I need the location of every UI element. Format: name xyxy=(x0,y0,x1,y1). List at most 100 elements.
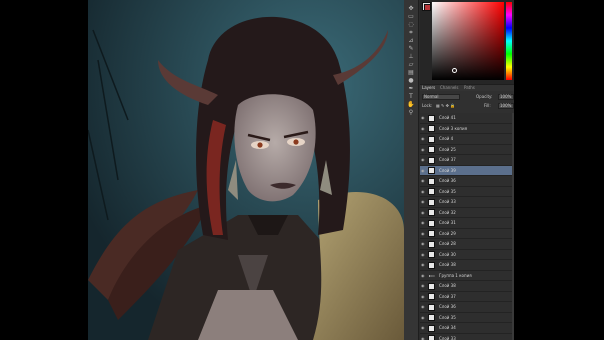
hue-slider[interactable] xyxy=(506,2,512,80)
visibility-eye-icon[interactable]: ◉ xyxy=(421,284,426,288)
letterbox-left xyxy=(0,0,88,340)
blend-mode-value: Normal xyxy=(424,94,439,99)
visibility-eye-icon[interactable]: ◉ xyxy=(421,126,426,131)
layer-row[interactable]: ◉ Слой 33 xyxy=(420,334,514,340)
visibility-eye-icon[interactable]: ◉ xyxy=(421,315,426,320)
visibility-eye-icon[interactable]: ◉ xyxy=(421,116,426,120)
layer-row[interactable]: ◉ Слой 29 xyxy=(420,229,514,239)
background-color-swatch[interactable] xyxy=(424,4,431,11)
saturation-field[interactable] xyxy=(432,2,504,80)
tab-paths[interactable]: Paths xyxy=(464,86,475,90)
document-canvas[interactable] xyxy=(88,0,404,340)
layer-thumbnail xyxy=(428,282,435,290)
gradient-tool-icon[interactable]: ▤ xyxy=(407,70,415,76)
layer-row[interactable]: ◉ Слой 38 xyxy=(420,281,514,292)
visibility-eye-icon[interactable]: ◉ xyxy=(421,168,426,173)
visibility-eye-icon[interactable]: ◉ xyxy=(421,305,426,309)
layer-row[interactable]: ◉ Слой 39 xyxy=(420,165,514,176)
type-tool-icon[interactable]: T xyxy=(407,94,415,100)
layer-row[interactable]: ◉ Слой 36 xyxy=(420,176,514,187)
layer-row[interactable]: ◉ Слой 37 xyxy=(420,155,514,166)
layer-controls: Normal Opacity: 100% Lock: ▦ ✎ ✥ 🔒 Fill:… xyxy=(420,91,514,114)
layer-name: Слой 30 xyxy=(439,251,456,257)
marquee-tool-icon[interactable]: ▭ xyxy=(407,14,415,20)
visibility-eye-icon[interactable]: ◉ xyxy=(421,158,426,162)
layer-row[interactable]: ◉ Слой 35 xyxy=(420,313,514,323)
opacity-label: Opacity: xyxy=(476,94,493,99)
layer-row[interactable]: ◉ Слой 4 xyxy=(420,134,514,145)
layer-name: Слой 25 xyxy=(439,146,456,152)
layer-row[interactable]: ◉ Слой 38 xyxy=(420,260,514,271)
color-marker[interactable] xyxy=(452,68,457,73)
opacity-input[interactable]: 100% xyxy=(498,94,514,100)
layer-name: Слой 29 xyxy=(439,230,456,236)
visibility-eye-icon[interactable]: ◉ xyxy=(421,189,426,194)
layer-thumbnail xyxy=(428,230,435,237)
layer-row[interactable]: ◉ Слой 37 xyxy=(420,292,514,302)
fill-value: 100% xyxy=(500,103,512,108)
visibility-eye-icon[interactable]: ◉ xyxy=(421,242,426,246)
layer-group-row[interactable]: ◉ ▸▭ Группа 1 копия xyxy=(420,271,514,281)
crop-tool-icon[interactable]: ⌗ xyxy=(407,30,415,36)
hand-tool-icon[interactable]: ✋ xyxy=(407,102,415,108)
layer-thumbnail xyxy=(428,167,435,174)
layer-name: Слой 31 xyxy=(439,220,456,225)
visibility-eye-icon[interactable]: ◉ xyxy=(421,200,426,204)
layer-name: Слой 38 xyxy=(439,262,456,267)
move-tool-icon[interactable]: ✥ xyxy=(407,6,415,12)
layer-thumbnail xyxy=(428,114,435,122)
color-picker xyxy=(420,0,514,86)
zoom-tool-icon[interactable]: ⚲ xyxy=(407,110,415,116)
layer-thumbnail xyxy=(428,293,435,300)
visibility-eye-icon[interactable]: ◉ xyxy=(421,326,426,330)
layer-name: Слой 41 xyxy=(439,115,456,120)
layer-name: Слой 38 xyxy=(439,283,456,288)
visibility-eye-icon[interactable]: ◉ xyxy=(421,273,426,278)
eraser-tool-icon[interactable]: ▱ xyxy=(407,62,415,68)
visibility-eye-icon[interactable]: ◉ xyxy=(421,179,426,183)
layer-thumbnail xyxy=(428,303,435,311)
visibility-eye-icon[interactable]: ◉ xyxy=(421,231,426,236)
visibility-eye-icon[interactable]: ◉ xyxy=(421,221,426,225)
tab-layers[interactable]: Layers xyxy=(422,86,435,90)
layer-row[interactable]: ◉ Слой 36 xyxy=(420,302,514,313)
layer-thumbnail xyxy=(428,209,435,216)
visibility-eye-icon[interactable]: ◉ xyxy=(421,252,426,257)
layer-row[interactable]: ◉ Слой 30 xyxy=(420,250,514,260)
layer-name: Слой 33 xyxy=(439,335,456,340)
layer-row[interactable]: ◉ Слой 32 xyxy=(420,208,514,218)
layer-thumbnail xyxy=(428,335,435,340)
fill-input[interactable]: 100% xyxy=(498,103,514,109)
layer-name: Слой 3 копия xyxy=(439,125,467,131)
lasso-tool-icon[interactable]: ◌ xyxy=(407,22,415,28)
visibility-eye-icon[interactable]: ◉ xyxy=(421,147,426,152)
pen-tool-icon[interactable]: ✒ xyxy=(407,86,415,92)
layer-row[interactable]: ◉ Слой 28 xyxy=(420,239,514,250)
layer-thumbnail xyxy=(428,219,435,227)
stamp-tool-icon[interactable]: ⊥ xyxy=(407,54,415,60)
blend-mode-select[interactable]: Normal xyxy=(422,94,460,100)
tab-channels[interactable]: Channels xyxy=(440,86,459,90)
layer-thumbnail xyxy=(428,146,435,153)
layer-row[interactable]: ◉ Слой 41 xyxy=(420,113,514,124)
visibility-eye-icon[interactable]: ◉ xyxy=(421,336,426,340)
dodge-tool-icon[interactable]: ● xyxy=(407,78,415,84)
layer-row[interactable]: ◉ Слой 31 xyxy=(420,218,514,229)
eyedropper-tool-icon[interactable]: ⊿ xyxy=(407,38,415,44)
fill-label: Fill: xyxy=(484,103,491,108)
layer-row[interactable]: ◉ Слой 35 xyxy=(420,187,514,197)
brush-tool-icon[interactable]: ✎ xyxy=(407,46,415,52)
visibility-eye-icon[interactable]: ◉ xyxy=(421,263,426,267)
layer-thumbnail xyxy=(428,125,435,132)
layer-row[interactable]: ◉ Слой 25 xyxy=(420,145,514,155)
layer-row[interactable]: ◉ Слой 34 xyxy=(420,323,514,334)
visibility-eye-icon[interactable]: ◉ xyxy=(421,294,426,299)
lock-icons[interactable]: ▦ ✎ ✥ 🔒 xyxy=(436,103,455,108)
visibility-eye-icon[interactable]: ◉ xyxy=(421,210,426,215)
layer-row[interactable]: ◉ Слой 3 копия xyxy=(420,124,514,134)
layer-name: Слой 35 xyxy=(439,188,456,194)
layer-row[interactable]: ◉ Слой 33 xyxy=(420,197,514,208)
folder-icon[interactable]: ▸▭ xyxy=(429,273,435,278)
visibility-eye-icon[interactable]: ◉ xyxy=(421,137,426,141)
layer-name: Группа 1 копия xyxy=(439,272,472,278)
